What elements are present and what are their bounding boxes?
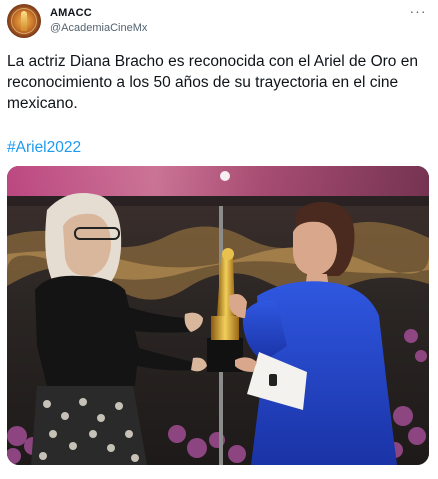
award-ceremony-photo [7,166,429,465]
more-options-button[interactable]: ··· [407,2,429,20]
tweet-text: La actriz Diana Bracho es reconocida con… [7,53,418,112]
hashtag-link[interactable]: #Ariel2022 [7,137,81,158]
tweet-card: AMACC @AcademiaCineMx ··· La actriz Dian… [0,0,438,479]
tweet-photo[interactable] [7,166,429,465]
amacc-logo-icon [21,11,27,31]
author-avatar[interactable] [7,4,41,38]
author-handle[interactable]: @AcademiaCineMx [50,22,147,34]
author-display-name[interactable]: AMACC [50,7,92,19]
